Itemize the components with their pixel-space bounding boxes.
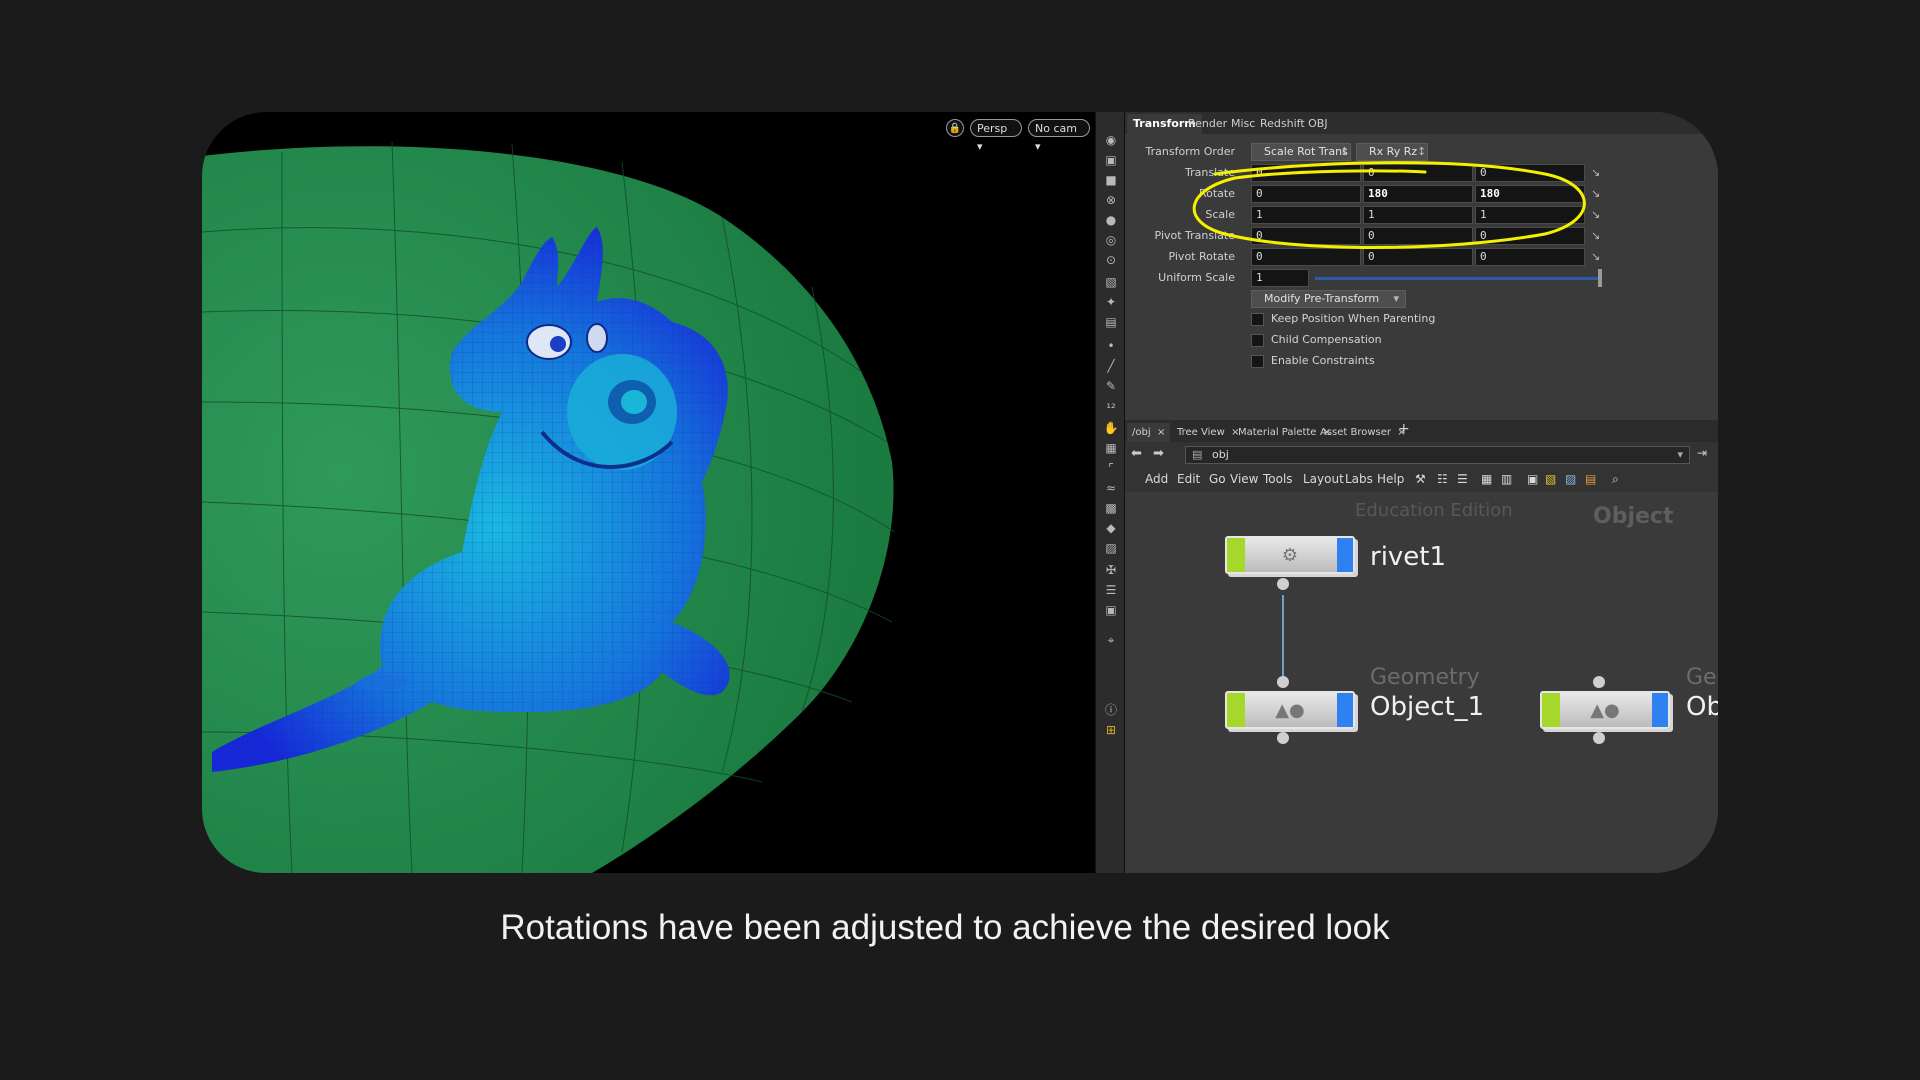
- connection-wire: [1282, 595, 1284, 683]
- rivet-icon: ⚙: [1281, 545, 1299, 566]
- rivet1-node[interactable]: ⚙: [1225, 536, 1355, 574]
- menu-layout[interactable]: Layout: [1303, 472, 1344, 486]
- object1-type: Geometry: [1370, 665, 1480, 690]
- context-label: Object: [1593, 504, 1674, 529]
- object1-node[interactable]: ▲●: [1225, 691, 1355, 729]
- list-icon[interactable]: ☰: [1457, 472, 1468, 486]
- menu-view[interactable]: View: [1230, 472, 1258, 486]
- info-icon[interactable]: ⓘ: [1103, 702, 1119, 718]
- chevron-down-icon: ▾: [1677, 448, 1683, 461]
- path-bar: ⬅ ➡ ▤ obj ▾ ⇥: [1125, 442, 1718, 468]
- tab-tree-view-label: Tree View: [1177, 427, 1225, 438]
- folder-icon: ▤: [1192, 448, 1203, 461]
- camera-label: No cam: [1035, 122, 1077, 135]
- number-icon[interactable]: ¹²: [1103, 400, 1119, 416]
- menu-go[interactable]: Go: [1209, 472, 1226, 486]
- brush-icon[interactable]: ✎: [1103, 378, 1119, 394]
- tree-icon[interactable]: ☷: [1437, 472, 1448, 486]
- output-connector[interactable]: [1277, 732, 1289, 744]
- persp-label: Persp: [977, 122, 1008, 135]
- screenshot-card: 🔒 Persp ▾ No cam ▾ ◉ ▣ ■ ⊗ ● ◎ ⊙ ▧ ✦ ▤ •…: [202, 112, 1718, 873]
- node-display-flag: [1652, 693, 1668, 727]
- node-flag: [1227, 538, 1245, 572]
- path-field[interactable]: ▤ obj ▾: [1185, 446, 1690, 464]
- object2-type: Geo: [1686, 665, 1718, 690]
- tab-obj[interactable]: /obj ×: [1127, 423, 1171, 442]
- menu-edit[interactable]: Edit: [1177, 472, 1200, 486]
- sculpt-icon[interactable]: ≈: [1103, 480, 1119, 496]
- lock-icon[interactable]: 🔒: [946, 119, 964, 137]
- layers-icon[interactable]: ▦: [1103, 440, 1119, 456]
- object1-label: Object_1: [1370, 692, 1485, 722]
- search-icon[interactable]: ⌕: [1612, 472, 1619, 487]
- stack-icon[interactable]: ☰: [1103, 582, 1119, 598]
- path-value: obj: [1212, 448, 1229, 461]
- back-arrow-icon[interactable]: ⬅: [1131, 446, 1142, 461]
- point-icon[interactable]: •: [1103, 338, 1119, 354]
- image-icon[interactable]: ▨: [1103, 540, 1119, 556]
- menu-add[interactable]: Add: [1145, 472, 1168, 486]
- tab-asset-browser-label: Asset Browser: [1320, 427, 1392, 438]
- sticky-note-icon[interactable]: ▧: [1545, 472, 1556, 486]
- object2-node[interactable]: ▲●: [1540, 691, 1670, 729]
- image-icon[interactable]: ▨: [1565, 472, 1576, 486]
- output-connector[interactable]: [1593, 732, 1605, 744]
- diamond-icon[interactable]: ◆: [1103, 520, 1119, 536]
- picture-icon[interactable]: ▣: [1103, 602, 1119, 618]
- add-tab-button[interactable]: +: [1393, 420, 1415, 439]
- render-icon[interactable]: ▤: [1103, 314, 1119, 330]
- node-display-flag: [1337, 538, 1353, 572]
- wrench-icon[interactable]: ⚒: [1415, 472, 1426, 486]
- node-flag: [1227, 693, 1245, 727]
- bounds-icon[interactable]: ⌜: [1103, 460, 1119, 476]
- light-icon[interactable]: ✦: [1103, 294, 1119, 310]
- highlight-ellipse: [1192, 161, 1586, 249]
- network-tabs: /obj × Tree View × Material Palette × As…: [1125, 420, 1718, 442]
- network-pane: /obj × Tree View × Material Palette × As…: [1125, 420, 1718, 873]
- tab-material-palette-label: Material Palette: [1238, 427, 1317, 438]
- viewport-render: [202, 141, 896, 873]
- edge-icon[interactable]: ╱: [1103, 358, 1119, 374]
- network-view[interactable]: Education Edition Object ⚙ rivet1 ▲● Geo…: [1125, 492, 1718, 873]
- network-box-icon[interactable]: ▣: [1527, 472, 1538, 486]
- output-connector[interactable]: [1277, 578, 1289, 590]
- rivet1-label: rivet1: [1370, 542, 1447, 572]
- forward-arrow-icon[interactable]: ➡: [1153, 446, 1164, 461]
- hand-icon[interactable]: ✋: [1103, 420, 1119, 436]
- education-watermark: Education Edition: [1355, 500, 1513, 521]
- menu-help[interactable]: Help: [1377, 472, 1404, 486]
- node-display-flag: [1337, 693, 1353, 727]
- grid-view-icon[interactable]: ▦: [1481, 472, 1492, 486]
- table-view-icon[interactable]: ▥: [1501, 472, 1512, 486]
- parameter-pane: Transform Render Misc Redshift OBJ Trans…: [1125, 112, 1718, 420]
- input-connector[interactable]: [1593, 676, 1605, 688]
- viewport-toolbar: ◉ ▣ ■ ⊗ ● ◎ ⊙ ▧ ✦ ▤ • ╱ ✎ ¹² ✋ ▦ ⌜ ≈ ▩ ◆…: [1095, 112, 1125, 873]
- network-menubar: Add Edit Go View Tools Layout Labs Help …: [1125, 468, 1718, 492]
- object2-label: Ob: [1686, 692, 1718, 722]
- dot-icon[interactable]: ▤: [1585, 472, 1596, 486]
- pin-icon[interactable]: ⌖: [1103, 632, 1119, 648]
- pin-icon[interactable]: ⇥: [1697, 446, 1707, 460]
- geometry-icon: ▲●: [1590, 700, 1620, 721]
- geometry-icon: ▲●: [1275, 700, 1305, 721]
- menu-labs[interactable]: Labs: [1345, 472, 1373, 486]
- persp-menu[interactable]: Persp ▾: [970, 119, 1022, 153]
- menu-tools[interactable]: Tools: [1263, 472, 1293, 486]
- input-connector[interactable]: [1277, 676, 1289, 688]
- grid-icon[interactable]: ▩: [1103, 500, 1119, 516]
- camera-menu[interactable]: No cam ▾: [1028, 119, 1090, 153]
- layout-icon[interactable]: ⊞: [1103, 722, 1119, 738]
- slide-caption: Rotations have been adjusted to achieve …: [500, 908, 1390, 947]
- scene-viewport[interactable]: 🔒 Persp ▾ No cam ▾: [202, 112, 1095, 873]
- handle-icon[interactable]: ✠: [1103, 562, 1119, 578]
- tab-obj-label: /obj: [1132, 427, 1151, 438]
- node-flag: [1542, 693, 1560, 727]
